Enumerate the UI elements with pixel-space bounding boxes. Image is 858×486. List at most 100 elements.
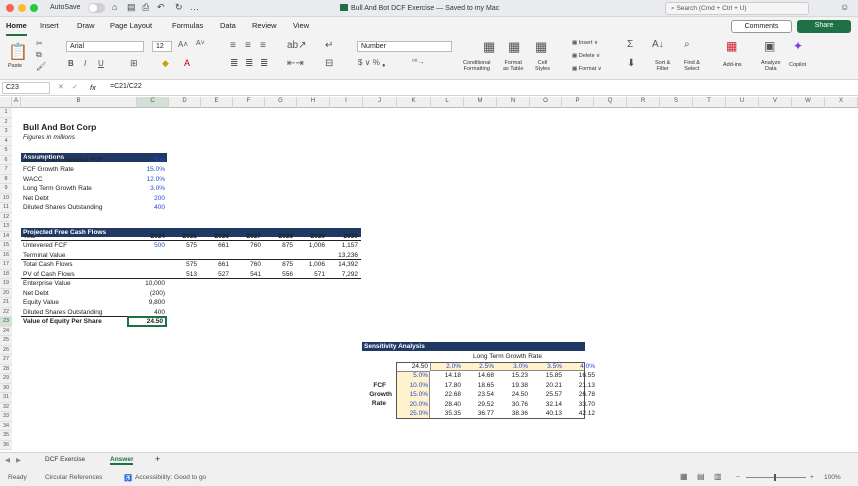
- wrap-text-icon[interactable]: ↵: [325, 40, 333, 51]
- save-icon[interactable]: ▤: [127, 2, 136, 13]
- row-header-20[interactable]: 20: [0, 288, 12, 298]
- find-icon[interactable]: ⌕: [684, 39, 690, 50]
- paste-icon[interactable]: 📋: [8, 42, 28, 62]
- accessibility-status[interactable]: Accessibility: Good to go: [135, 474, 206, 481]
- autosum-icon[interactable]: Σ: [627, 39, 633, 50]
- zoom-slider[interactable]: [746, 477, 806, 478]
- column-header-p[interactable]: P: [562, 97, 594, 108]
- undo-icon[interactable]: ↶: [157, 2, 165, 13]
- row-header-16[interactable]: 16: [0, 250, 12, 260]
- tab-view[interactable]: View: [293, 21, 309, 30]
- fill-color-icon[interactable]: ◆: [162, 58, 169, 69]
- font-size-select[interactable]: 12: [152, 41, 172, 52]
- column-header-v[interactable]: V: [759, 97, 792, 108]
- name-box[interactable]: C23: [2, 82, 50, 94]
- column-header-u[interactable]: U: [726, 97, 759, 108]
- increase-font-icon[interactable]: A˄: [178, 40, 188, 49]
- formula-input[interactable]: =C21/C22: [110, 83, 142, 90]
- row-header-29[interactable]: 29: [0, 374, 12, 384]
- row-header-1[interactable]: 1: [0, 108, 12, 118]
- align-right-icon[interactable]: ≣: [260, 58, 268, 69]
- autosave-toggle[interactable]: [88, 3, 105, 13]
- decrease-font-icon[interactable]: A˅: [196, 40, 205, 47]
- zoom-slider-thumb[interactable]: [774, 474, 776, 481]
- align-center-icon[interactable]: ≣: [245, 58, 253, 69]
- tab-dcf-exercise[interactable]: DCF Exercise: [45, 456, 85, 463]
- row-header-17[interactable]: 17: [0, 260, 12, 270]
- tab-formulas[interactable]: Formulas: [172, 21, 203, 30]
- column-header-o[interactable]: O: [530, 97, 562, 108]
- zoom-level[interactable]: 100%: [824, 474, 841, 481]
- align-bottom-icon[interactable]: ≡: [260, 40, 266, 51]
- column-header-t[interactable]: T: [693, 97, 726, 108]
- fx-icon[interactable]: fx: [90, 83, 96, 92]
- prev-sheet-icon[interactable]: ◀: [5, 456, 10, 464]
- row-header-18[interactable]: 18: [0, 269, 12, 279]
- copy-icon[interactable]: ⧉: [36, 50, 42, 60]
- more-icon[interactable]: …: [190, 2, 199, 12]
- next-sheet-icon[interactable]: ▶: [16, 456, 21, 464]
- column-header-g[interactable]: G: [265, 97, 297, 108]
- row-header-36[interactable]: 36: [0, 440, 12, 450]
- insert-button[interactable]: ▦ Insert ∨: [572, 40, 598, 46]
- column-header-h[interactable]: H: [297, 97, 330, 108]
- row-header-33[interactable]: 33: [0, 412, 12, 422]
- row-header-13[interactable]: 13: [0, 222, 12, 232]
- currency-icon[interactable]: $ ∨ % ❟: [358, 58, 385, 68]
- delete-button[interactable]: ▦ Delete ∨: [572, 53, 600, 59]
- circular-references-status[interactable]: Circular References: [45, 474, 102, 481]
- italic-button[interactable]: I: [84, 59, 86, 68]
- fill-icon[interactable]: ⬇: [627, 58, 635, 69]
- tab-review[interactable]: Review: [252, 21, 277, 30]
- column-header-d[interactable]: D: [169, 97, 201, 108]
- tab-draw[interactable]: Draw: [77, 21, 95, 30]
- cell-styles-icon[interactable]: ▦: [535, 39, 547, 55]
- column-header-k[interactable]: K: [397, 97, 431, 108]
- column-header-x[interactable]: X: [825, 97, 858, 108]
- zoom-window-button[interactable]: [30, 4, 38, 12]
- row-header-5[interactable]: 5: [0, 146, 12, 156]
- tab-page-layout[interactable]: Page Layout: [110, 21, 152, 30]
- add-sheet-icon[interactable]: +: [155, 454, 160, 464]
- home-icon[interactable]: ⌂: [112, 2, 117, 12]
- tab-data[interactable]: Data: [220, 21, 236, 30]
- orientation-icon[interactable]: ab↗: [287, 40, 307, 51]
- minimize-window-button[interactable]: [18, 4, 26, 12]
- column-header-m[interactable]: M: [464, 97, 497, 108]
- search-input[interactable]: ⌕ Search (Cmd + Ctrl + U): [665, 2, 809, 15]
- row-header-14[interactable]: 14: [0, 231, 12, 241]
- row-header-15[interactable]: 15: [0, 241, 12, 251]
- column-header-j[interactable]: J: [363, 97, 397, 108]
- row-header-28[interactable]: 28: [0, 364, 12, 374]
- underline-button[interactable]: U: [98, 59, 104, 68]
- tab-insert[interactable]: Insert: [40, 21, 59, 30]
- column-header-n[interactable]: N: [497, 97, 530, 108]
- row-header-11[interactable]: 11: [0, 203, 12, 213]
- row-header-8[interactable]: 8: [0, 174, 12, 184]
- row-header-35[interactable]: 35: [0, 431, 12, 441]
- row-header-19[interactable]: 19: [0, 279, 12, 289]
- column-header-r[interactable]: R: [627, 97, 660, 108]
- column-header-a[interactable]: A: [12, 97, 21, 108]
- row-header-24[interactable]: 24: [0, 326, 12, 336]
- bold-button[interactable]: B: [68, 59, 74, 68]
- row-header-9[interactable]: 9: [0, 184, 12, 194]
- select-all-corner[interactable]: [0, 97, 12, 108]
- print-icon[interactable]: ⎙: [142, 2, 149, 13]
- page-layout-icon[interactable]: ▤: [697, 472, 705, 481]
- row-header-30[interactable]: 30: [0, 383, 12, 393]
- sort-filter-icon[interactable]: A↓: [652, 39, 664, 50]
- row-header-7[interactable]: 7: [0, 165, 12, 175]
- font-name-select[interactable]: Arial: [66, 41, 144, 52]
- zoom-out-icon[interactable]: −: [736, 474, 740, 481]
- row-header-6[interactable]: 6: [0, 155, 12, 165]
- number-format-select[interactable]: Number: [357, 41, 452, 52]
- font-color-icon[interactable]: A: [184, 58, 190, 68]
- merge-icon[interactable]: ⊟: [325, 58, 333, 69]
- column-header-w[interactable]: W: [792, 97, 825, 108]
- align-middle-icon[interactable]: ≡: [245, 40, 251, 51]
- align-left-icon[interactable]: ≣: [230, 58, 238, 69]
- tab-answer[interactable]: Answer: [110, 456, 134, 465]
- column-header-b[interactable]: B: [21, 97, 137, 108]
- page-break-icon[interactable]: ▥: [714, 472, 722, 481]
